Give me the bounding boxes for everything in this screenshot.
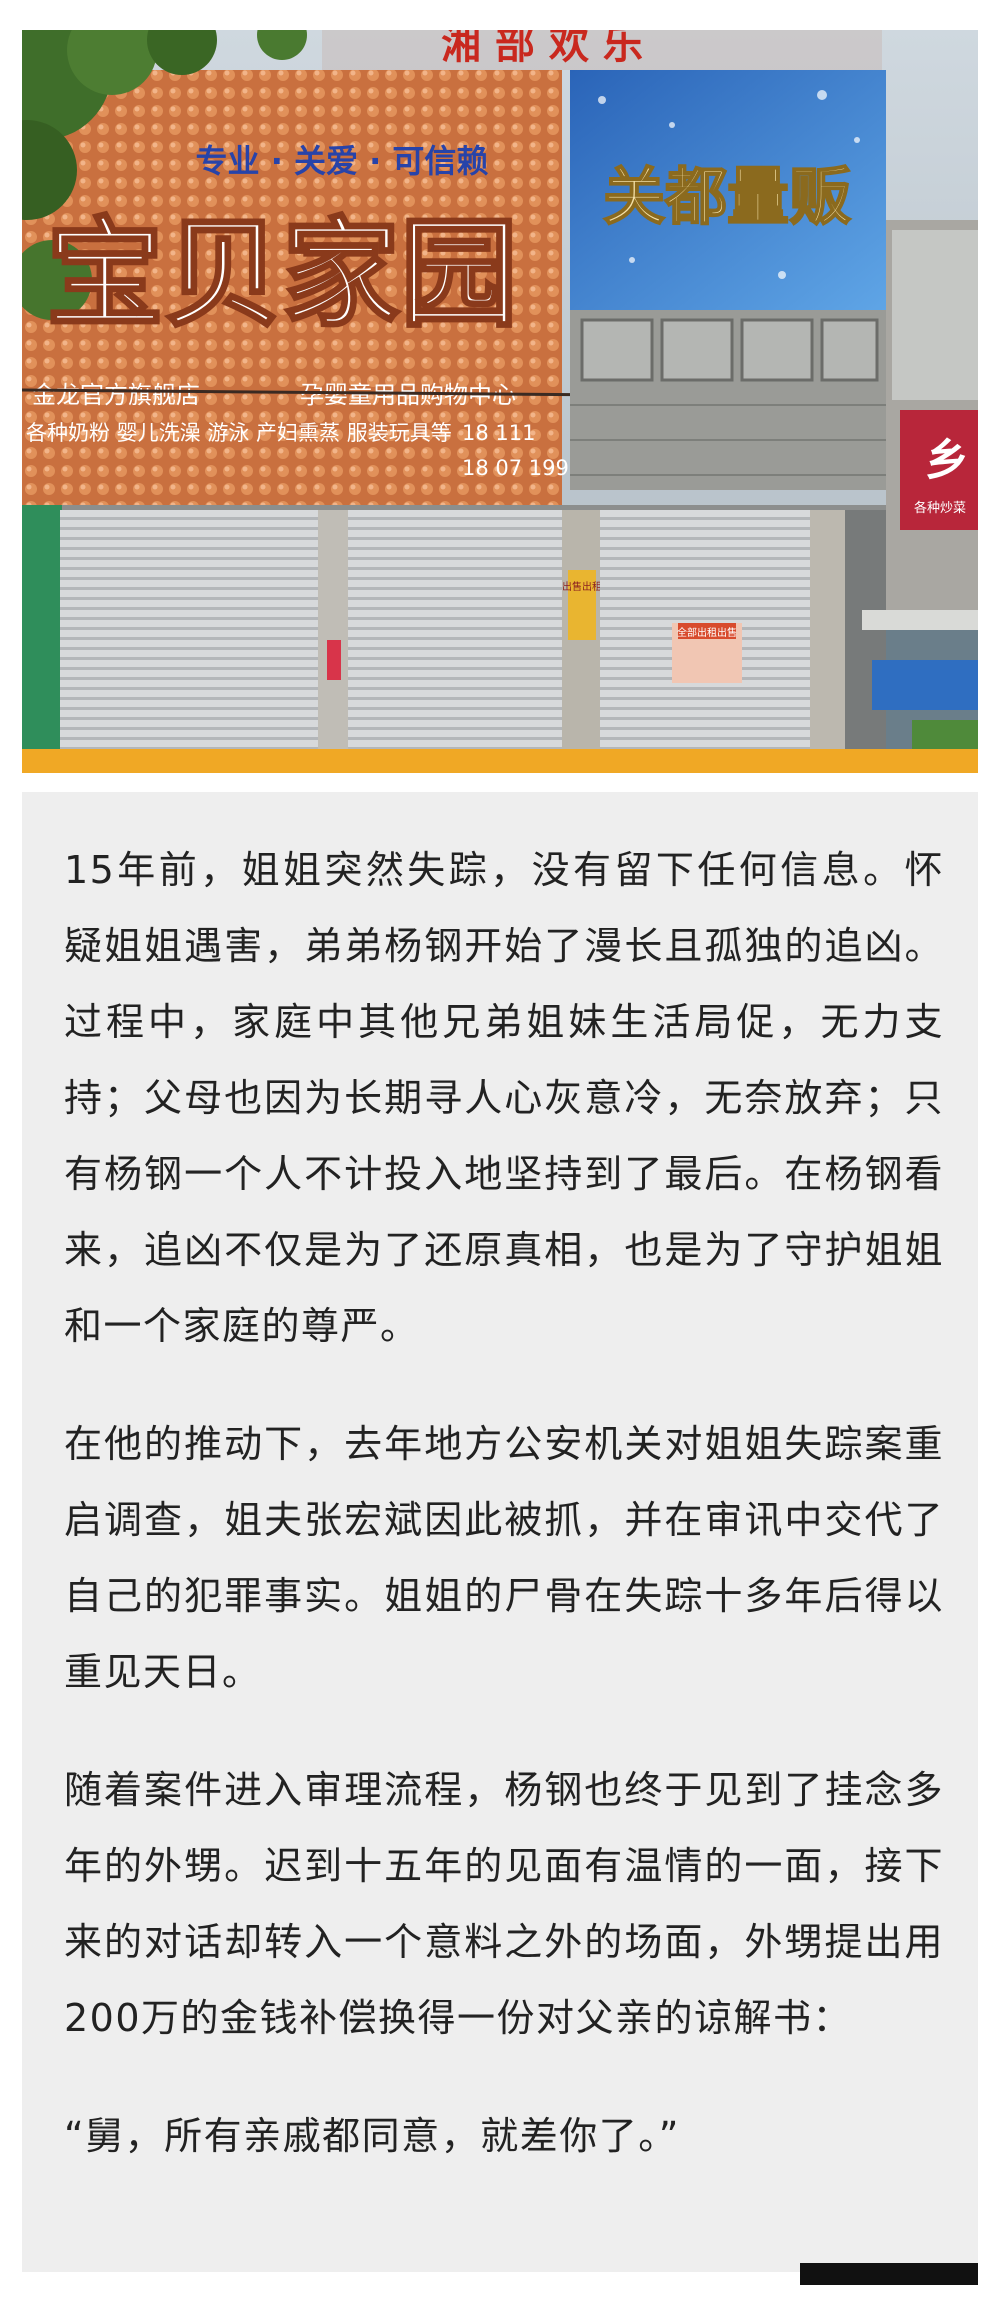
slogan-text: 专业 · 关爱 · 可信赖 bbox=[196, 142, 489, 180]
right-sign-small: 各种炒菜 bbox=[914, 500, 966, 516]
article-quote: “舅，所有亲戚都同意，就差你了。” bbox=[64, 2114, 680, 2158]
right-sign-char: 乡 bbox=[925, 435, 969, 486]
store-name-sign: 宝贝家园 bbox=[46, 205, 518, 343]
phone-line-2: 18 07 199 bbox=[462, 456, 569, 480]
article-paragraph: 随着案件进入审理流程，杨钢也终于见到了挂念多年的外甥。迟到十五年的见面有温情的一… bbox=[64, 1768, 944, 2040]
top-red-sign: 湘 部 欢 乐 bbox=[441, 30, 643, 68]
article-paragraph: 在他的推动下，去年地方公安机关对姐姐失踪案重启调查，姐夫张宏斌因此被抓，并在审讯… bbox=[64, 1422, 944, 1694]
shutter-door-1 bbox=[60, 510, 318, 753]
phone-line-1: 18 111 bbox=[462, 421, 535, 445]
store-products-text: 各种奶粉 婴儿洗澡 游泳 产妇熏蒸 服装玩具等 bbox=[26, 421, 452, 445]
photo-bottom-bar bbox=[22, 749, 978, 773]
storefront-photo: 湘 部 欢 乐 专业 · 关爱 · 可信赖 宝贝家园 金龙官方旗舰店 孕婴童用品… bbox=[22, 30, 978, 773]
article-paragraph: 15年前，姐姐突然失踪，没有留下任何信息。怀疑姐姐遇害，弟弟杨钢开始了漫长且孤独… bbox=[64, 848, 944, 1348]
shutter-door-2 bbox=[348, 510, 562, 753]
wholesale-sign: 关都量贩 bbox=[603, 160, 851, 233]
notice-label: 全部出租出售 bbox=[677, 626, 737, 639]
store-subtitle-left: 金龙官方旗舰店 bbox=[32, 381, 200, 409]
footer-divider bbox=[800, 2263, 978, 2285]
article-body: 15年前，姐姐突然失踪，没有留下任何信息。怀疑姐姐遇害，弟弟杨钢开始了漫长且孤独… bbox=[22, 792, 978, 2272]
small-notice: 出售出租 bbox=[562, 580, 602, 593]
